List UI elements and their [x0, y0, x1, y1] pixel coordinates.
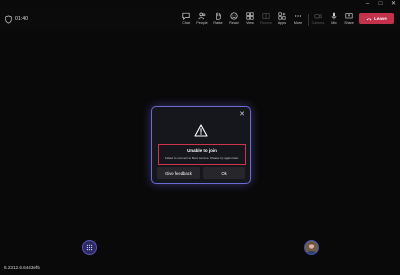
people-label: People	[196, 21, 208, 25]
chat-button[interactable]: Chat	[179, 12, 193, 29]
people-icon	[198, 12, 206, 20]
dialpad-button[interactable]	[82, 240, 97, 255]
leave-label: Leave	[374, 16, 387, 21]
ok-button[interactable]: Ok	[203, 167, 245, 179]
share-screen-icon	[345, 13, 353, 19]
minimize-icon[interactable]: –	[361, 0, 374, 9]
version-label: 5.2312.6.6443ef5	[4, 265, 40, 270]
mic-label: Mic	[331, 21, 337, 25]
error-message-box: Unable to join Failed to connect to Boot…	[158, 144, 246, 165]
dialpad-icon	[86, 244, 93, 251]
apps-button[interactable]: Apps	[275, 12, 289, 29]
give-feedback-button[interactable]: Give feedback	[157, 167, 200, 179]
react-label: React	[229, 21, 239, 25]
apps-icon	[278, 12, 286, 20]
share-button[interactable]: Share	[342, 12, 356, 29]
dialog-message: Failed to connect to Boot service. Pleas…	[164, 156, 240, 160]
dialog-title: Unable to join	[187, 148, 217, 153]
person-photo-icon	[305, 241, 318, 254]
people-button[interactable]: People	[195, 12, 209, 29]
smiley-icon	[230, 12, 238, 20]
unable-to-join-dialog: ✕ Unable to join Failed to connect to Bo…	[151, 106, 251, 184]
raise-label: Raise	[213, 21, 223, 25]
window-title-bar: – □ ✕	[0, 0, 400, 9]
more-button[interactable]: More	[291, 12, 305, 29]
raise-hand-button[interactable]: Raise	[211, 12, 225, 29]
leave-button[interactable]: Leave	[359, 13, 394, 24]
camera-button[interactable]: Camera	[311, 12, 325, 29]
rooms-label: Rooms	[260, 21, 272, 25]
more-dots-icon	[294, 15, 302, 17]
warning-icon	[194, 124, 208, 137]
microphone-icon	[331, 12, 337, 20]
close-window-icon[interactable]: ✕	[387, 0, 400, 9]
view-grid-icon	[246, 12, 254, 20]
maximize-icon[interactable]: □	[374, 0, 387, 9]
apps-label: Apps	[277, 21, 287, 25]
meeting-timer: 01:40	[15, 16, 28, 22]
toolbar-divider	[308, 14, 309, 26]
view-label: View	[246, 21, 254, 25]
shield-icon	[5, 15, 12, 24]
rooms-button[interactable]: Rooms	[259, 12, 273, 29]
close-icon[interactable]: ✕	[239, 111, 245, 118]
chat-icon	[182, 12, 190, 20]
chat-label: Chat	[182, 21, 190, 25]
raise-hand-icon	[216, 12, 221, 20]
avatar[interactable]	[304, 240, 319, 255]
camera-label: Camera	[311, 21, 325, 25]
rooms-icon	[262, 13, 270, 19]
meeting-toolbar: 01:40 Chat People Raise React View Rooms…	[0, 9, 400, 31]
hang-up-icon	[366, 17, 372, 20]
react-button[interactable]: React	[227, 12, 241, 29]
camera-off-icon	[314, 14, 322, 19]
view-button[interactable]: View	[243, 12, 257, 29]
more-label: More	[293, 21, 303, 25]
share-label: Share	[344, 21, 354, 25]
mic-button[interactable]: Mic	[327, 12, 341, 29]
